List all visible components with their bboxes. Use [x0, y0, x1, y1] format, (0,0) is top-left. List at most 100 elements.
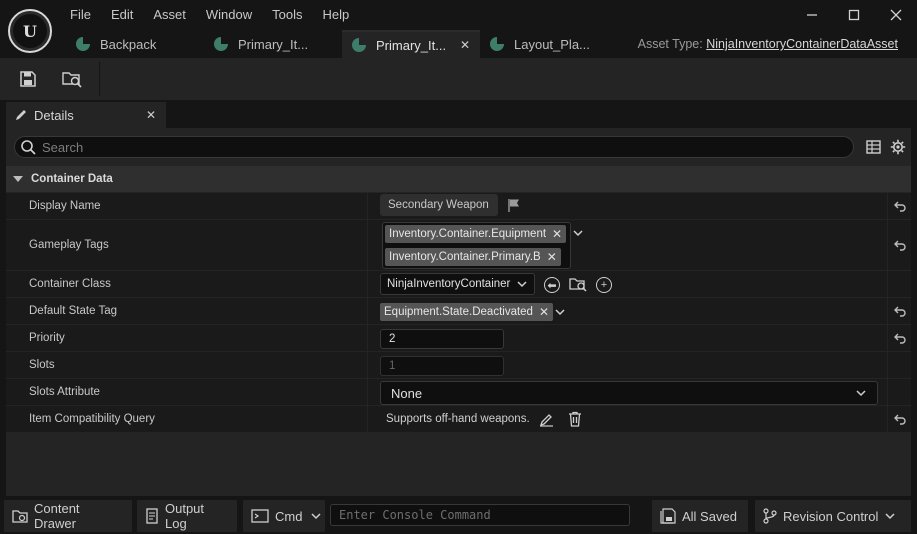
maximize-icon[interactable]	[833, 0, 875, 30]
data-asset-icon	[76, 37, 90, 51]
pencil-icon	[14, 108, 28, 122]
save-all-button[interactable]: All Saved	[652, 500, 748, 532]
asset-type-info: Asset Type: NinjaInventoryContainerDataA…	[638, 37, 898, 51]
slots-input: 1	[380, 356, 504, 376]
property-label: Slots	[29, 359, 55, 371]
menu-file[interactable]: File	[60, 4, 101, 25]
chevron-down-icon[interactable]	[554, 306, 566, 318]
menu-window[interactable]: Window	[196, 4, 262, 25]
tab-backpack[interactable]: Backpack	[66, 30, 204, 58]
tab-label: Layout_Pla...	[514, 36, 590, 52]
console-command-field	[330, 504, 630, 526]
slots-attribute-combo[interactable]: None	[380, 381, 878, 405]
display-name-field[interactable]: Secondary Weapon	[380, 194, 498, 216]
collapse-arrow-icon	[13, 176, 23, 182]
console-input[interactable]	[331, 505, 629, 525]
menu-help[interactable]: Help	[312, 4, 359, 25]
combo-value: None	[391, 385, 423, 401]
reset-to-default-icon[interactable]	[887, 298, 911, 324]
edit-pencil-icon[interactable]	[539, 412, 554, 427]
tab-layout-plan[interactable]: Layout_Pla...	[480, 30, 618, 58]
default-state-tag-chip[interactable]: Equipment.State.Deactivated ✕	[380, 303, 554, 321]
minimize-icon[interactable]	[791, 0, 833, 30]
settings-gear-icon[interactable]	[889, 139, 907, 155]
toolbar-separator	[99, 62, 100, 96]
column-divider	[367, 352, 368, 378]
reset-to-default-icon[interactable]	[887, 193, 911, 219]
asset-type-link[interactable]: NinjaInventoryContainerDataAsset	[706, 37, 898, 51]
tab-primary-item-1[interactable]: Primary_It...	[204, 30, 342, 58]
window-controls	[791, 0, 917, 30]
data-asset-icon	[352, 38, 366, 52]
chevron-down-icon	[856, 390, 866, 397]
remove-tag-icon[interactable]: ✕	[552, 227, 562, 241]
tab-label: Primary_It...	[376, 37, 447, 53]
property-label: Gameplay Tags	[29, 239, 109, 251]
menu-edit[interactable]: Edit	[101, 4, 143, 25]
menu-asset[interactable]: Asset	[143, 4, 196, 25]
trash-delete-icon[interactable]	[568, 411, 582, 427]
save-icon[interactable]	[14, 66, 42, 92]
column-divider	[367, 379, 368, 405]
browse-to-asset-icon[interactable]	[58, 66, 86, 92]
details-tab-label: Details	[34, 107, 74, 123]
column-divider	[367, 406, 368, 432]
add-new-icon[interactable]: +	[596, 277, 612, 293]
localization-flag-icon[interactable]	[507, 198, 521, 212]
reset-to-default-icon[interactable]	[887, 220, 911, 270]
reset-to-default-icon[interactable]	[887, 325, 911, 351]
unreal-logo-icon[interactable]: U	[8, 9, 52, 53]
property-label: Default State Tag	[29, 305, 118, 317]
asset-type-label: Asset Type:	[637, 37, 703, 51]
output-log-button[interactable]: Output Log	[137, 500, 237, 532]
column-divider	[367, 220, 368, 270]
chevron-down-icon[interactable]	[572, 227, 584, 239]
cmd-label: Cmd	[275, 508, 303, 524]
data-asset-icon	[214, 37, 228, 51]
container-class-combo[interactable]: NinjaInventoryContainer	[380, 273, 535, 295]
tag-label: Inventory.Container.Primary.B	[389, 251, 541, 263]
reset-to-default-icon[interactable]	[887, 406, 911, 432]
gameplay-tag-chip[interactable]: Inventory.Container.Primary.B ✕	[385, 248, 561, 266]
menu-bar: File Edit Asset Window Tools Help	[60, 4, 359, 25]
reset-column	[887, 379, 911, 405]
item-query-description: Supports off-hand weapons.	[386, 413, 530, 425]
data-asset-icon	[490, 37, 504, 51]
priority-input[interactable]: 2	[380, 329, 504, 349]
table-view-icon[interactable]	[864, 139, 882, 155]
revision-control-dropdown[interactable]: Revision Control	[755, 500, 911, 532]
close-icon[interactable]	[875, 0, 917, 30]
tab-primary-item-2[interactable]: Primary_It... ✕	[342, 30, 480, 58]
terminal-icon	[251, 509, 269, 523]
column-divider	[367, 325, 368, 351]
remove-tag-icon[interactable]: ✕	[547, 250, 557, 264]
content-drawer-icon	[12, 508, 28, 524]
details-tab[interactable]: Details ✕	[6, 102, 166, 128]
content-drawer-button[interactable]: Content Drawer	[4, 500, 132, 532]
content-drawer-label: Content Drawer	[34, 501, 80, 531]
browse-folder-icon[interactable]	[569, 276, 587, 292]
chevron-down-icon	[310, 510, 322, 522]
search-input[interactable]	[42, 139, 822, 155]
cmd-dropdown[interactable]: Cmd	[243, 500, 325, 532]
close-tab-icon[interactable]: ✕	[460, 38, 470, 52]
tab-label: Backpack	[100, 36, 157, 52]
search-icon	[21, 139, 36, 155]
property-label: Slots Attribute	[29, 386, 100, 398]
revision-control-label: Revision Control	[783, 508, 879, 524]
search-field	[14, 136, 854, 158]
use-selected-icon[interactable]: ⬅	[544, 277, 560, 293]
menu-tools[interactable]: Tools	[262, 4, 312, 25]
output-log-icon	[145, 508, 159, 524]
combo-value: NinjaInventoryContainer	[387, 278, 511, 290]
reset-column	[887, 352, 911, 378]
close-tab-icon[interactable]: ✕	[146, 108, 156, 122]
output-log-label: Output Log	[165, 501, 205, 531]
gameplay-tag-chip[interactable]: Inventory.Container.Equipment ✕	[385, 225, 567, 243]
tag-label: Inventory.Container.Equipment	[389, 228, 547, 240]
tag-label: Equipment.State.Deactivated	[384, 306, 533, 318]
remove-tag-icon[interactable]: ✕	[539, 305, 549, 319]
asset-tab-bar: Backpack Primary_It... Primary_It... ✕ L…	[66, 30, 618, 58]
property-label: Display Name	[29, 200, 101, 212]
category-container-data[interactable]: Container Data	[6, 166, 911, 192]
